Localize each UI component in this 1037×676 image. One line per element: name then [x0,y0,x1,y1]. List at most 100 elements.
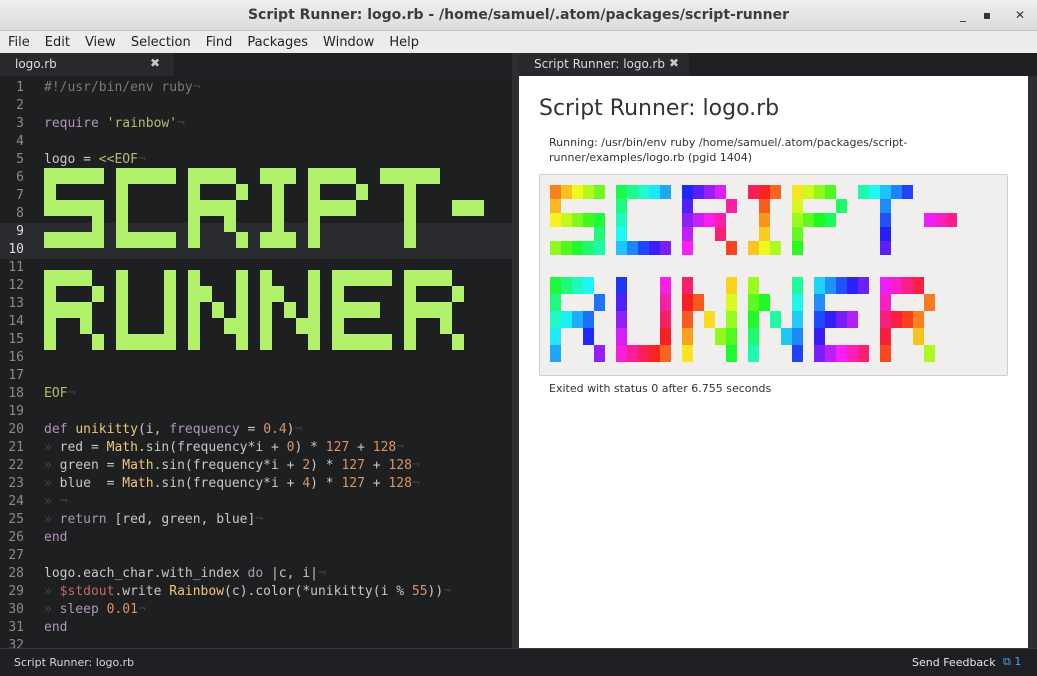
logo-pixel [152,168,164,184]
menu-window[interactable]: Window [315,31,381,53]
close-tab-icon[interactable]: ✖ [150,56,160,70]
send-feedback-link[interactable]: Send Feedback [912,656,996,669]
code-editor[interactable]: 1 #!/usr/bin/env ruby¬ 2 3 require 'rainbow'… [0,76,512,648]
code-line[interactable]: 5 logo = <<EOF¬ [0,151,512,169]
close-window-button[interactable]: ✕ [1011,6,1029,24]
logo-pixel [164,302,176,318]
line-number: 30 [8,602,24,617]
code-line[interactable]: 31 end [0,619,512,637]
logo-pixel [80,200,92,216]
logo-pixel [224,216,236,232]
logo-pixel [594,241,605,255]
logo-pixel [44,318,56,334]
maximize-button[interactable]: ▪ [978,6,996,24]
logo-pixel [572,277,583,294]
logo-pixel [332,286,344,302]
notification-count: 1 [1014,655,1022,668]
logo-pixel [693,185,704,199]
code-line[interactable]: 21 » red = Math.sin(frequency*i + 0) * 12… [0,439,512,457]
code-line[interactable]: 17 [0,367,512,385]
logo-pixel [92,216,104,232]
code-line[interactable]: 24 » ¬ [0,493,512,511]
logo-pixel [272,168,284,184]
code-line[interactable]: 18 EOF¬ [0,385,512,403]
menu-help[interactable]: Help [381,31,426,53]
window-titlebar: Script Runner: logo.rb - /home/samuel/.a… [0,0,1037,31]
code-line[interactable]: 28 logo.each_char.with_index do |c, i|¬ [0,565,512,583]
logo-pixel [200,200,212,216]
code-line[interactable]: 23 » blue = Math.sin(frequency*i + 4) * 1… [0,475,512,493]
logo-pixel [715,328,726,345]
logo-pixel [825,345,836,362]
github-icon[interactable]: ⧉ 1 [1003,655,1021,669]
logo-pixel [200,168,212,184]
logo-pixel [236,318,248,334]
logo-pixel [792,311,803,328]
logo-pixel [332,200,344,216]
code-line[interactable]: 1 #!/usr/bin/env ruby¬ [0,79,512,97]
logo-pixel [272,200,284,216]
code-line[interactable]: 27 [0,547,512,565]
logo-pixel [68,302,80,318]
code-line[interactable]: 4 [0,133,512,151]
code-line[interactable]: 25 » return [red, green, blue]¬ [0,511,512,529]
logo-pixel [68,270,80,286]
code-line[interactable]: 3 require 'rainbow'¬ [0,115,512,133]
logo-pixel [682,185,693,199]
close-tab-icon[interactable]: ✖ [669,56,679,70]
logo-pixel [561,241,572,255]
logo-pixel [880,277,891,294]
logo-pixel [748,241,759,255]
logo-pixel [320,200,332,216]
logo-pixel [68,232,80,248]
pane-divider[interactable] [512,53,519,648]
code-line[interactable]: 20 def unikitty(i, frequency = 0.4)¬ [0,421,512,439]
menu-find[interactable]: Find [198,31,240,53]
logo-pixel [56,200,68,216]
scrollbar[interactable] [1028,76,1037,648]
code-line[interactable]: 16 [0,349,512,367]
code-text: » sleep 0.01¬ [44,602,146,617]
logo-pixel [792,277,803,294]
minimize-button[interactable]: _ [954,6,972,24]
menu-file[interactable]: File [0,31,37,53]
logo-pixel [188,302,200,318]
tab-logo-rb[interactable]: logo.rb ✖ [0,53,174,78]
logo-pixel [188,270,200,286]
logo-pixel [404,168,416,184]
code-line[interactable]: 19 [0,403,512,421]
tab-label: logo.rb [15,57,57,71]
menu-edit[interactable]: Edit [37,31,77,53]
menu-view[interactable]: View [77,31,123,53]
logo-pixel [308,184,320,200]
code-line[interactable]: 26 end [0,529,512,547]
logo-pixel [550,185,561,199]
code-text: end [44,620,68,635]
code-line[interactable]: 32 [0,637,512,648]
tab-script-runner[interactable]: Script Runner: logo.rb ✖ [519,53,689,76]
line-number: 6 [16,170,24,185]
logo-pixel [56,270,68,286]
menu-packages[interactable]: Packages [239,31,315,53]
logo-pixel [188,168,200,184]
logo-pixel [616,277,627,294]
logo-pixel [284,232,296,248]
logo-pixel [164,232,176,248]
logo-pixel [682,345,693,362]
logo-pixel [715,213,726,227]
code-line[interactable]: 22 » green = Math.sin(frequency*i + 2) * … [0,457,512,475]
logo-pixel [836,199,847,213]
logo-pixel [224,168,236,184]
logo-pixel [308,168,320,184]
logo-pixel [44,184,56,200]
line-number: 24 [8,494,24,509]
code-line[interactable]: 30 » sleep 0.01¬ [0,601,512,619]
logo-pixel [356,302,368,318]
logo-pixel [847,311,858,328]
code-line[interactable]: 2 [0,97,512,115]
logo-pixel [356,270,368,286]
code-line[interactable]: 29 » $stdout.write Rainbow(c).color(*unik… [0,583,512,601]
menu-selection[interactable]: Selection [123,31,198,53]
logo-pixel [308,232,320,248]
code-text: » red = Math.sin(frequency*i + 0) * 127 … [44,440,405,455]
